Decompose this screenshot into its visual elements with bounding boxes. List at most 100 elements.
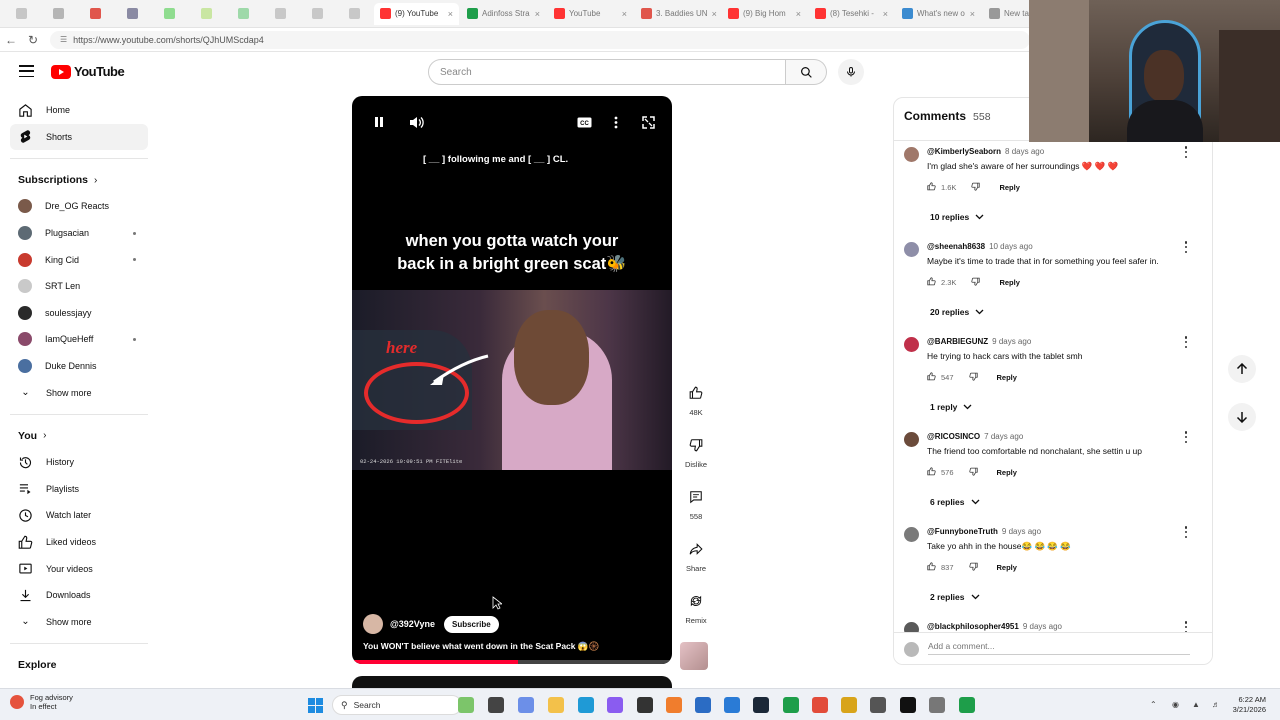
- sidebar-item-shorts[interactable]: Shorts: [10, 123, 148, 151]
- comments-button[interactable]: [683, 484, 709, 510]
- store-icon[interactable]: [695, 697, 711, 713]
- search-button[interactable]: [786, 59, 827, 85]
- comment-like-icon[interactable]: [927, 372, 936, 383]
- share-button[interactable]: [683, 536, 709, 562]
- commenter-avatar[interactable]: [904, 147, 919, 162]
- site-info-icon[interactable]: ☰: [60, 35, 67, 44]
- subscription-item[interactable]: King Cid: [10, 246, 148, 273]
- browser-tab[interactable]: (9) YouTube ×: [374, 2, 459, 25]
- video-progress-bar[interactable]: [352, 660, 672, 664]
- shorts-video-player[interactable]: CC [ __ ] following me and [ __ ] CL. wh…: [352, 96, 672, 664]
- comment-more-icon[interactable]: [1184, 336, 1188, 348]
- browser-tab[interactable]: [152, 3, 187, 25]
- comment-like-icon[interactable]: [927, 182, 936, 193]
- comment-dislike-icon[interactable]: [971, 277, 981, 288]
- comment-more-icon[interactable]: [1184, 146, 1188, 158]
- channel-name[interactable]: @392Vyne: [390, 619, 435, 629]
- app-icon[interactable]: [870, 697, 886, 713]
- subscribe-button[interactable]: Subscribe: [443, 615, 499, 633]
- subscription-item[interactable]: Dre_OG Reacts: [10, 193, 148, 220]
- subscriptions-show-more[interactable]: ⌄ Show more: [10, 379, 148, 406]
- tray-chevron-icon[interactable]: ⌃: [1150, 700, 1157, 709]
- comment-like-icon[interactable]: [927, 467, 936, 478]
- browser-tab[interactable]: [226, 3, 261, 25]
- commenter-name[interactable]: @sheenah8638: [927, 242, 985, 251]
- commenter-avatar[interactable]: [904, 242, 919, 257]
- comment-reply-button[interactable]: Reply: [997, 373, 1017, 382]
- sidebar-item-playlists[interactable]: Playlists: [10, 476, 148, 503]
- remix-button[interactable]: [683, 588, 709, 614]
- video-description[interactable]: You WON'T believe what went down in the …: [363, 641, 599, 652]
- sound-thumbnail[interactable]: [680, 642, 708, 670]
- steam-icon[interactable]: [753, 697, 769, 713]
- browser-tab[interactable]: YouTube ×: [548, 3, 633, 25]
- commenter-avatar[interactable]: [904, 337, 919, 352]
- sidebar-item-liked-videos[interactable]: Liked videos: [10, 529, 148, 556]
- volume-icon[interactable]: ♬: [1212, 700, 1220, 709]
- excel-icon[interactable]: [783, 697, 799, 713]
- tiktok-icon[interactable]: [900, 697, 916, 713]
- comment-dislike-icon[interactable]: [968, 467, 978, 478]
- menu-icon[interactable]: [19, 65, 34, 77]
- browser-tab[interactable]: (8) Tesehki - ×: [809, 3, 894, 25]
- tab-close-icon[interactable]: ×: [622, 9, 627, 19]
- weather-widget[interactable]: Fog advisory In effect: [10, 693, 73, 711]
- back-icon[interactable]: ←: [0, 33, 22, 47]
- comment-reply-button[interactable]: Reply: [997, 468, 1017, 477]
- comment-replies-toggle[interactable]: 10 replies: [930, 212, 984, 222]
- comment-like-icon[interactable]: [927, 562, 936, 573]
- app-icon[interactable]: [841, 697, 857, 713]
- edge-icon[interactable]: [578, 697, 594, 713]
- commenter-name[interactable]: @RICOSINCO: [927, 432, 980, 441]
- commenter-avatar[interactable]: [904, 527, 919, 542]
- windows-start-icon[interactable]: [308, 698, 323, 713]
- comment-reply-button[interactable]: Reply: [997, 563, 1017, 572]
- subscription-item[interactable]: soulessjayy: [10, 300, 148, 327]
- tab-close-icon[interactable]: ×: [796, 9, 801, 19]
- captions-icon[interactable]: CC: [575, 113, 593, 131]
- reload-icon[interactable]: ↻: [22, 33, 44, 47]
- add-comment-input[interactable]: Add a comment...: [928, 641, 1190, 655]
- sidebar-item-watch-later[interactable]: Watch later: [10, 502, 148, 529]
- obs-icon[interactable]: [637, 697, 653, 713]
- comment-replies-toggle[interactable]: 6 replies: [930, 497, 980, 507]
- task-view-icon[interactable]: [488, 697, 504, 713]
- settings-icon[interactable]: [929, 697, 945, 713]
- app-icon[interactable]: [666, 697, 682, 713]
- comment-replies-toggle[interactable]: 2 replies: [930, 592, 980, 602]
- like-button[interactable]: [683, 380, 709, 406]
- comment-like-icon[interactable]: [927, 277, 936, 288]
- browser-tab[interactable]: [115, 3, 150, 25]
- comment-dislike-icon[interactable]: [971, 182, 981, 193]
- you-show-more[interactable]: ⌄ Show more: [10, 609, 148, 636]
- tab-close-icon[interactable]: ×: [883, 9, 888, 19]
- tab-close-icon[interactable]: ×: [535, 9, 540, 19]
- commenter-name[interactable]: @KimberlySeaborn: [927, 147, 1001, 156]
- you-heading[interactable]: You ›: [10, 423, 148, 449]
- browser-tab[interactable]: [337, 3, 372, 25]
- subscription-item[interactable]: Duke Dennis: [10, 353, 148, 380]
- commenter-name[interactable]: @FunnyboneTruth: [927, 527, 998, 536]
- sidebar-item-history[interactable]: History: [10, 449, 148, 476]
- subscription-item[interactable]: IamQueHeff: [10, 326, 148, 353]
- tab-close-icon[interactable]: ×: [712, 9, 717, 19]
- channel-avatar[interactable]: [363, 614, 383, 634]
- browser-tab[interactable]: (9) Big Hom ×: [722, 3, 807, 25]
- commenter-name[interactable]: @blackphilosopher4951: [927, 622, 1019, 631]
- next-short-button[interactable]: [1228, 403, 1256, 431]
- more-options-icon[interactable]: [607, 113, 625, 131]
- file-explorer-icon[interactable]: [458, 697, 474, 713]
- previous-short-button[interactable]: [1228, 355, 1256, 383]
- sidebar-item-your-videos[interactable]: Your videos: [10, 555, 148, 582]
- youtube-logo[interactable]: YouTube: [51, 64, 125, 79]
- comment-dislike-icon[interactable]: [968, 562, 978, 573]
- browser-tab[interactable]: [263, 3, 298, 25]
- copilot-icon[interactable]: [518, 697, 534, 713]
- fullscreen-icon[interactable]: [639, 113, 657, 131]
- network-icon[interactable]: ◉: [1172, 700, 1179, 709]
- browser-tab[interactable]: What's new o ×: [896, 3, 981, 25]
- chrome-icon[interactable]: [812, 697, 828, 713]
- folder-icon[interactable]: [548, 697, 564, 713]
- commenter-name[interactable]: @BARBIEGUNZ: [927, 337, 988, 346]
- app-icon[interactable]: [959, 697, 975, 713]
